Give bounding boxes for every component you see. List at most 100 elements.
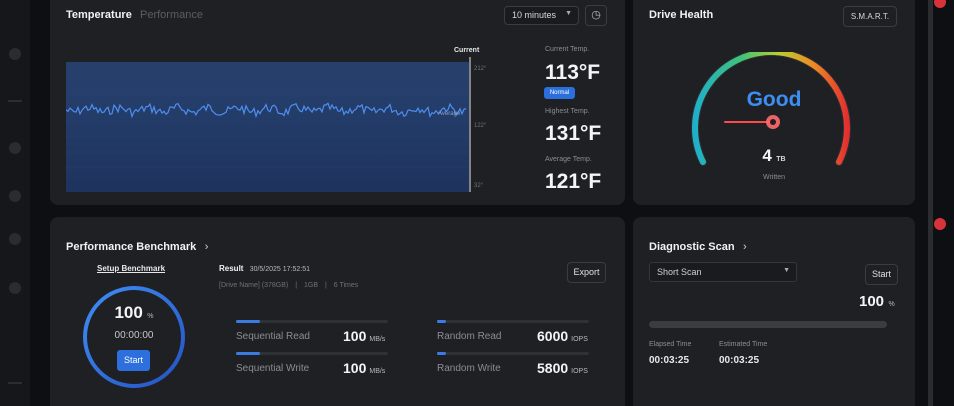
random-write-label: Random Write bbox=[437, 363, 501, 374]
result-header: Result 30/5/2025 17:52:51 bbox=[219, 264, 310, 273]
sequential-write-label: Sequential Write bbox=[236, 363, 310, 374]
elapsed-time-value: 00:03:25 bbox=[649, 355, 690, 366]
export-button[interactable]: Export bbox=[567, 262, 606, 283]
chevron-down-icon: ▼ bbox=[783, 267, 790, 274]
scrollbar[interactable] bbox=[928, 0, 933, 406]
chevron-right-icon: › bbox=[743, 241, 747, 253]
sequential-write-value: 100 bbox=[343, 360, 367, 376]
random-read-unit: IOPS bbox=[571, 336, 588, 343]
sequential-write-bar bbox=[236, 352, 388, 355]
result-timestamp: 30/5/2025 17:52:51 bbox=[249, 266, 311, 273]
benchmark-card: Performance Benchmark › Setup Benchmark … bbox=[50, 217, 625, 406]
current-temp-label: Current Temp. bbox=[545, 46, 590, 53]
sequential-read-bar-fill bbox=[236, 320, 261, 323]
random-read-result: 6000 IOPS bbox=[537, 328, 588, 344]
scan-type-select[interactable]: Short Scan ▼ bbox=[649, 262, 797, 282]
current-marker-label: Current bbox=[454, 47, 480, 54]
average-tag: Average bbox=[438, 111, 461, 117]
random-read-bar bbox=[437, 320, 589, 323]
random-read-label: Random Read bbox=[437, 331, 502, 342]
time-range-select[interactable]: 10 minutes ▼ bbox=[504, 6, 579, 25]
benchmark-percent-value: 100 bbox=[114, 303, 143, 322]
drive-health-title: Drive Health bbox=[649, 9, 714, 21]
diagnostic-start-button[interactable]: Start bbox=[865, 264, 898, 285]
diagnostic-progress-bar bbox=[649, 321, 887, 328]
average-temp-value: 121°F bbox=[545, 170, 602, 193]
written-amount: 4 TB bbox=[633, 146, 915, 166]
nav-icon[interactable] bbox=[9, 48, 21, 60]
diagnostic-title: Diagnostic Scan bbox=[649, 241, 735, 253]
benchmark-start-button[interactable]: Start bbox=[117, 350, 150, 371]
result-label: Result bbox=[219, 264, 244, 273]
diagnostic-header[interactable]: Diagnostic Scan › bbox=[649, 237, 747, 255]
benchmark-elapsed: 00:00:00 bbox=[114, 330, 154, 341]
random-write-unit: IOPS bbox=[571, 368, 588, 375]
random-read-bar-fill bbox=[437, 320, 447, 323]
drive-health-card: Drive Health S.M.A.R.T. Good 4 TB Writte… bbox=[633, 0, 915, 205]
estimated-time-value: 00:03:25 bbox=[719, 355, 760, 366]
notification-dot bbox=[934, 0, 946, 8]
random-write-result: 5800 IOPS bbox=[537, 360, 588, 376]
tab-performance[interactable]: Performance bbox=[140, 9, 203, 21]
temperature-card: Temperature Performance 10 minutes ▼ ◷ C… bbox=[50, 0, 625, 205]
sidebar bbox=[0, 0, 30, 406]
time-range-value: 10 minutes bbox=[512, 10, 557, 20]
nav-line bbox=[8, 100, 22, 102]
nav-icon[interactable] bbox=[9, 282, 21, 294]
benchmark-percent: 100 % bbox=[81, 303, 187, 323]
sequential-write-bar-fill bbox=[236, 352, 261, 355]
history-icon: ◷ bbox=[591, 9, 601, 21]
sequential-read-unit: MB/s bbox=[369, 336, 386, 343]
smart-button[interactable]: S.M.A.R.T. bbox=[843, 6, 897, 27]
y-tick-label: 212° bbox=[474, 66, 487, 72]
y-tick-label: 32° bbox=[474, 183, 484, 189]
nav-icon[interactable] bbox=[9, 233, 21, 245]
test-size: 1GB bbox=[303, 282, 318, 289]
sequential-read-label: Sequential Read bbox=[236, 331, 310, 342]
benchmark-percent-unit: % bbox=[147, 313, 154, 320]
chevron-right-icon: › bbox=[204, 241, 209, 253]
y-tick-label: 122° bbox=[474, 123, 487, 129]
random-write-value: 5800 bbox=[537, 360, 569, 376]
diagnostic-percent-unit: % bbox=[888, 301, 895, 308]
sequential-write-unit: MB/s bbox=[369, 368, 386, 375]
drive-name: [Drive Name] (378GB) bbox=[219, 282, 289, 289]
random-write-bar-fill bbox=[437, 352, 447, 355]
history-button[interactable]: ◷ bbox=[585, 5, 607, 26]
diagnostic-percent-value: 100 bbox=[859, 293, 885, 310]
nav-icon[interactable] bbox=[9, 190, 21, 202]
setup-benchmark-link[interactable]: Setup Benchmark bbox=[97, 264, 165, 273]
diagnostic-scan-card: Diagnostic Scan › Short Scan ▼ Start 100… bbox=[633, 217, 915, 406]
written-label: Written bbox=[762, 174, 786, 181]
status-badge: Normal bbox=[544, 87, 575, 99]
current-temp-value: 113°F bbox=[545, 61, 601, 84]
test-count: 6 Times bbox=[333, 282, 359, 289]
random-read-value: 6000 bbox=[537, 328, 569, 344]
nav-icon[interactable] bbox=[9, 142, 21, 154]
gauge-hub-center bbox=[770, 119, 776, 125]
divider: | bbox=[324, 282, 327, 289]
nav-line bbox=[8, 382, 22, 384]
health-status: Good bbox=[746, 88, 802, 111]
benchmark-header[interactable]: Performance Benchmark › bbox=[66, 237, 208, 255]
diagnostic-percent: 100 % bbox=[859, 293, 895, 311]
highest-temp-value: 131°F bbox=[545, 122, 602, 145]
result-details: [Drive Name] (378GB) | 1GB | 6 Times bbox=[219, 282, 358, 289]
elapsed-time-label: Elapsed Time bbox=[649, 341, 692, 348]
notification-dot bbox=[934, 218, 946, 230]
average-temp-label: Average Temp. bbox=[545, 156, 592, 163]
estimated-time-label: Estimated Time bbox=[719, 341, 768, 348]
chart-fill-area bbox=[66, 62, 469, 192]
temperature-chart: Current 212° 122° 32° Average bbox=[66, 47, 487, 192]
benchmark-title: Performance Benchmark bbox=[66, 241, 197, 253]
sequential-read-value: 100 bbox=[343, 328, 367, 344]
sequential-write-result: 100 MB/s bbox=[343, 360, 385, 376]
written-value: 4 bbox=[762, 146, 772, 165]
sequential-read-bar bbox=[236, 320, 388, 323]
highest-temp-label: Highest Temp. bbox=[545, 108, 590, 115]
temperature-title: Temperature bbox=[66, 9, 132, 21]
sequential-read-result: 100 MB/s bbox=[343, 328, 385, 344]
random-write-bar bbox=[437, 352, 589, 355]
written-unit: TB bbox=[776, 156, 786, 163]
scan-type-value: Short Scan bbox=[657, 267, 702, 277]
